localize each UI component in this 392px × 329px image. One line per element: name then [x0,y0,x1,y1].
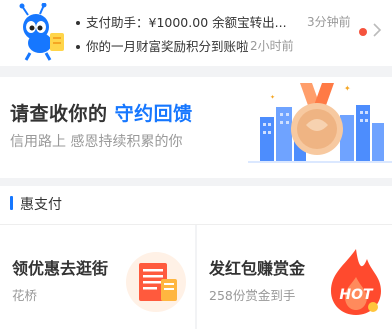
card-title: 领优惠去逛街 [12,259,109,278]
svg-text:✦: ✦ [270,94,275,101]
card-title: 发红包赚赏金 [209,259,306,278]
card-subtitle: 258份赏金到手 [209,288,296,303]
notification-time: 2小时前 [250,39,294,53]
ant-mascot-icon [19,3,64,61]
hot-label: HOT [339,287,374,303]
receipt-icon [126,252,186,312]
notification-text: 你的一月财富奖励积分到账啦 [86,39,249,54]
banner-title-highlight: 守约回馈 [114,103,193,125]
bullet-icon [76,20,80,25]
banner-title: 请查收你的 守约回馈 [10,103,193,125]
svg-text:✦: ✦ [344,84,351,93]
section-accent-bar [10,196,13,210]
notification-panel[interactable]: 支付助手：¥1000.00 余额宝转出... 3分钟前 你的一月财富奖励积分到账… [0,0,392,66]
hot-flame-icon: HOT [331,249,381,315]
coupon-card[interactable]: 领优惠去逛街 花桥 [0,225,195,329]
medal-city-illustration: ✦ ✦ [248,83,392,163]
banner-subtitle: 信用路上 感恩持续积累的你 [10,134,183,150]
notification-item[interactable]: 支付助手：¥1000.00 余额宝转出... [76,12,287,31]
chevron-right-icon[interactable] [372,22,382,38]
red-packet-card[interactable]: 发红包赚赏金 258份赏金到手 HOT [197,225,392,329]
card-subtitle: 花桥 [12,288,38,303]
notification-item[interactable]: 你的一月财富奖励积分到账啦 [76,36,249,55]
notification-text: 支付助手：¥1000.00 余额宝转出... [86,15,287,30]
bullet-icon [76,44,80,49]
promo-banner[interactable]: 请查收你的 守约回馈 信用路上 感恩持续积累的你 ✦ ✦ [0,77,392,178]
unread-badge [359,28,367,36]
section-header: 惠支付 [0,186,392,225]
section-title: 惠支付 [20,197,62,213]
notification-time: 3分钟前 [307,15,351,29]
